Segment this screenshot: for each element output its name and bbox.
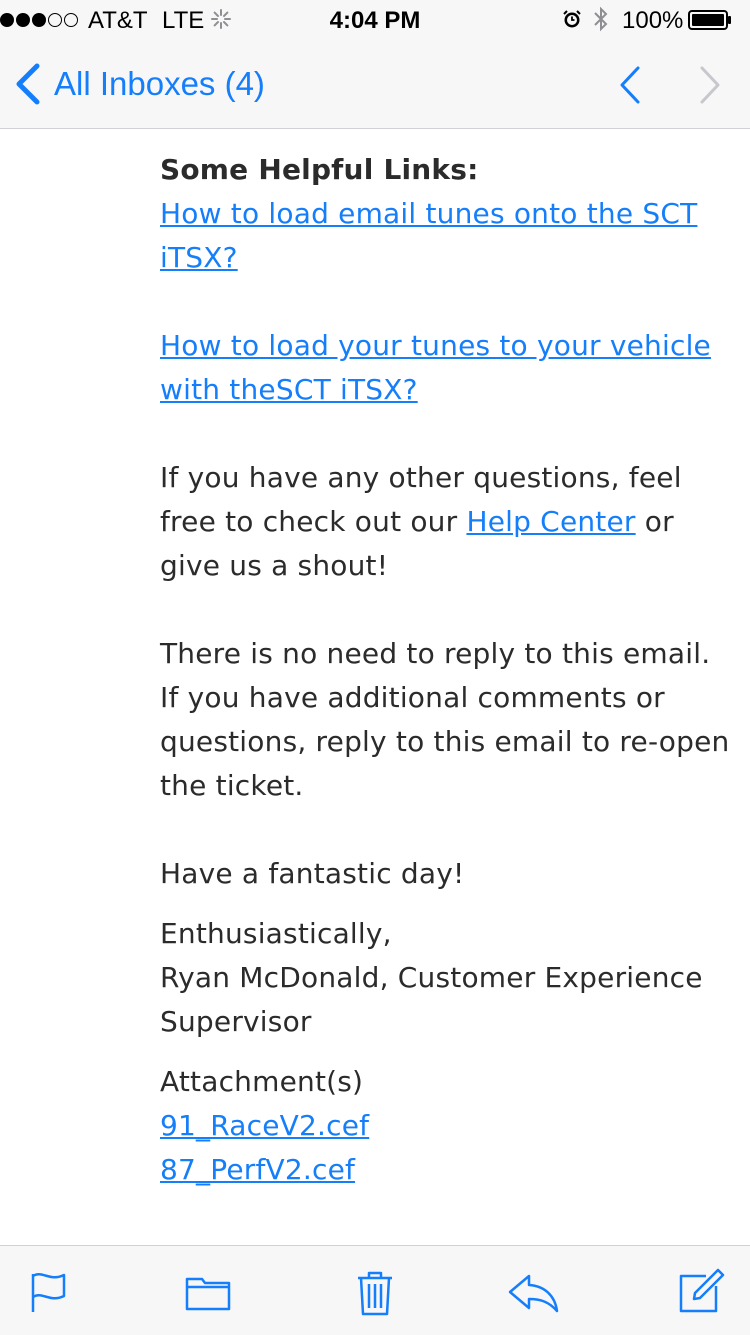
compose-icon bbox=[679, 1268, 725, 1313]
no-reply-paragraph: There is no need to reply to this email.… bbox=[160, 637, 730, 802]
attachment-link[interactable]: 91_RaceV2.cef bbox=[160, 1109, 369, 1142]
flag-button[interactable] bbox=[20, 1264, 76, 1320]
battery-icon bbox=[688, 10, 731, 30]
battery-percentage: 100% bbox=[622, 7, 684, 34]
signature-line: Ryan McDonald, Customer Experience Super… bbox=[160, 961, 703, 1038]
trash-icon bbox=[358, 1271, 392, 1316]
status-bar: AT&T LTE 4:04 PM 100% bbox=[0, 0, 750, 40]
move-to-folder-button[interactable] bbox=[180, 1264, 236, 1320]
closing-line: Have a fantastic day! bbox=[160, 857, 465, 890]
email-tunes-help-link[interactable]: How to load email tunes onto the SCT iTS… bbox=[160, 197, 697, 274]
previous-message-chevron-icon[interactable] bbox=[612, 64, 652, 106]
bluetooth-icon bbox=[594, 6, 608, 32]
signoff-line: Enthusiastically, bbox=[160, 917, 392, 950]
reply-icon bbox=[508, 1274, 559, 1313]
questions-paragraph: If you have any other questions, feel fr… bbox=[160, 456, 730, 588]
flag-icon bbox=[31, 1273, 66, 1312]
chevron-left-icon bbox=[16, 63, 40, 105]
next-message-chevron-icon[interactable] bbox=[690, 64, 730, 106]
helpful-links-heading: Some Helpful Links: bbox=[160, 153, 479, 186]
attachment-link[interactable]: 87_PerfV2.cef bbox=[160, 1153, 355, 1186]
delete-button[interactable] bbox=[347, 1264, 403, 1320]
compose-button[interactable] bbox=[672, 1264, 728, 1320]
alarm-icon bbox=[563, 10, 581, 28]
attachments-label: Attachment(s) bbox=[160, 1065, 364, 1098]
reply-button[interactable] bbox=[505, 1264, 561, 1320]
help-center-link[interactable]: Help Center bbox=[466, 505, 635, 538]
back-button-label: All Inboxes (4) bbox=[54, 65, 265, 102]
back-to-inboxes-button[interactable]: All Inboxes (4) bbox=[14, 62, 265, 106]
navigation-bar: All Inboxes (4) bbox=[0, 40, 750, 129]
message-toolbar bbox=[0, 1245, 750, 1335]
vehicle-tunes-help-link[interactable]: How to load your tunes to your vehicle w… bbox=[160, 329, 711, 406]
folder-icon bbox=[185, 1277, 231, 1311]
email-body: Some Helpful Links: How to load email tu… bbox=[160, 148, 730, 1192]
